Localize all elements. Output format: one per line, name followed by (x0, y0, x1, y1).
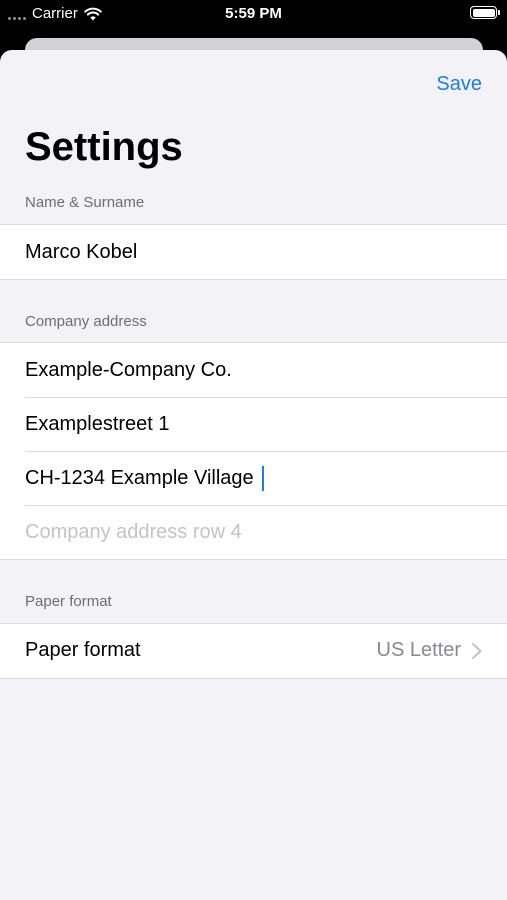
chevron-right-icon (471, 642, 482, 660)
navigation-bar: Save (0, 50, 507, 120)
paper-format-label: Paper format (25, 639, 141, 661)
name-group (0, 224, 507, 280)
company-address-row-3 (0, 451, 507, 505)
company-address-group (0, 342, 507, 560)
paper-format-group: Paper format US Letter (0, 623, 507, 679)
company-section-header: Company address (25, 313, 147, 330)
settings-sheet: Save Settings Name & Surname Company add… (0, 50, 507, 900)
text-cursor (262, 466, 264, 491)
status-bar: Carrier 5:59 PM (0, 0, 507, 28)
company-address-field-4[interactable] (25, 505, 485, 559)
paper-format-row[interactable]: Paper format US Letter (0, 624, 507, 678)
company-address-field-3[interactable] (25, 451, 485, 505)
name-field[interactable] (25, 225, 485, 279)
save-button[interactable]: Save (436, 73, 482, 96)
screen: Carrier 5:59 PM Save Settings Name & Sur… (0, 0, 507, 900)
paper-section-header: Paper format (25, 593, 112, 610)
battery-icon (470, 6, 500, 19)
page-title: Settings (25, 125, 183, 169)
company-address-row-1 (0, 343, 507, 397)
company-address-row-2 (0, 397, 507, 451)
paper-format-value: US Letter (376, 639, 461, 661)
name-row (0, 225, 507, 279)
company-address-row-4 (0, 505, 507, 559)
company-address-field-2[interactable] (25, 397, 485, 451)
company-address-field-1[interactable] (25, 343, 485, 397)
name-section-header: Name & Surname (25, 194, 145, 211)
status-time: 5:59 PM (225, 5, 282, 22)
